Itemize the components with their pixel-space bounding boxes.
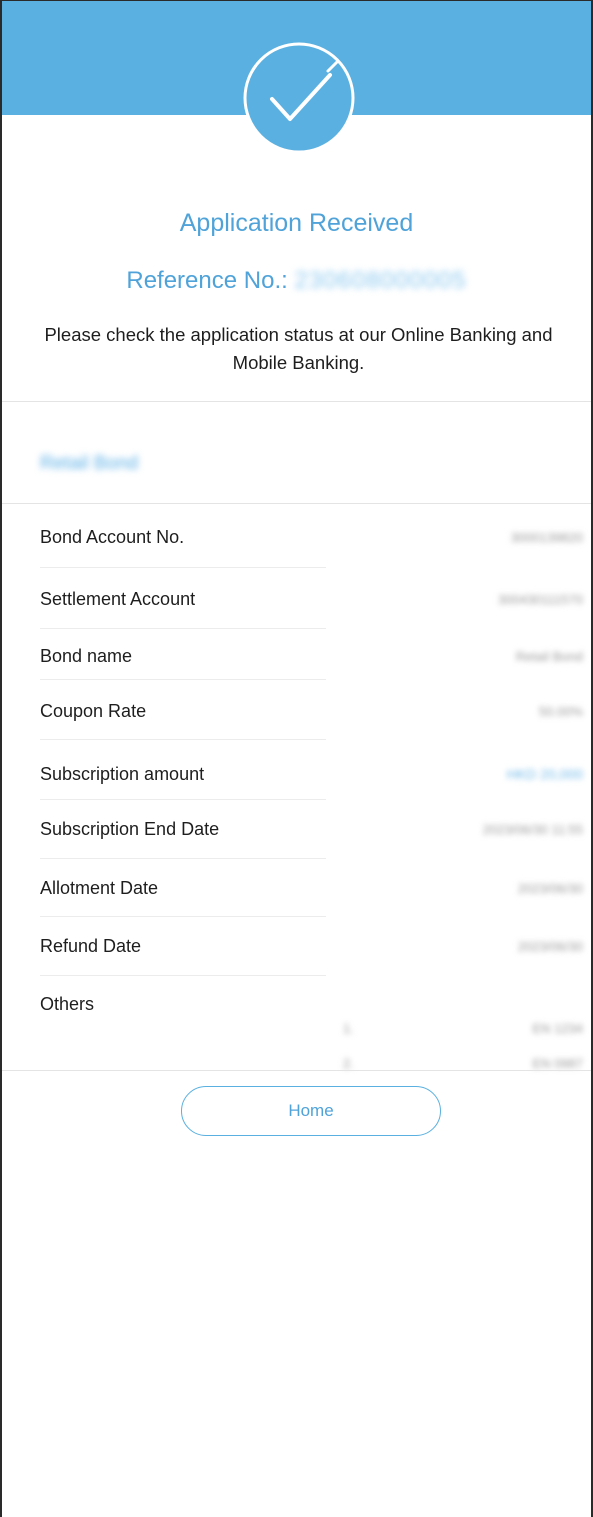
detail-label: Allotment Date: [40, 877, 159, 898]
detail-label: Settlement Account: [40, 588, 196, 609]
detail-row-subscription-end-date: Subscription End Date 2023/06/30 11:55: [40, 798, 583, 860]
detail-row-coupon-rate: Coupon Rate 50.00%: [40, 680, 583, 742]
detail-row-settlement-account: Settlement Account 300430111570: [40, 568, 583, 630]
others-value: EN 0987: [532, 1056, 583, 1071]
confirmation-screen: Application Received Reference No.: 2306…: [0, 0, 593, 1517]
status-note: Please check the application status at o…: [44, 324, 553, 373]
detail-value: Retail Bond: [515, 648, 583, 664]
detail-label: Bond name: [40, 645, 133, 666]
divider: [2, 503, 591, 504]
detail-row-bond-name: Bond name Retail Bond: [40, 625, 583, 687]
detail-value: 2023/06/30: [517, 938, 583, 954]
others-index: 1.: [343, 1021, 354, 1036]
others-list: 1. EN 1234 2. EN 0987: [343, 1021, 583, 1091]
status-title: Application Received: [179, 209, 414, 237]
home-button[interactable]: Home: [181, 1086, 441, 1136]
reference-number: 230608000005: [294, 267, 467, 294]
reference-label: Reference No.:: [126, 267, 288, 294]
detail-label: Coupon Rate: [40, 700, 147, 721]
divider: [2, 401, 591, 402]
others-item: 1. EN 1234: [343, 1021, 583, 1056]
detail-row-subscription-amount: Subscription amount HKD 20,000: [40, 743, 583, 805]
detail-label: Subscription amount: [40, 763, 205, 784]
detail-value: 3000139820: [510, 529, 583, 545]
detail-value: 50.00%: [538, 703, 583, 719]
reference-line: Reference No.: 230608000005: [2, 267, 591, 295]
detail-label: Subscription End Date: [40, 818, 220, 839]
checkmark-circle-icon: [243, 42, 355, 154]
detail-label: Others: [40, 993, 95, 1014]
detail-value: 2023/06/30: [517, 880, 583, 896]
detail-row-bond-account: Bond Account No. 3000139820: [40, 506, 583, 568]
detail-value: 300430111570: [498, 591, 583, 607]
divider: [2, 1070, 591, 1071]
detail-row-refund-date: Refund Date 2023/06/30: [40, 915, 583, 977]
detail-value: HKD 20,000: [506, 766, 583, 782]
others-value: EN 1234: [532, 1021, 583, 1036]
detail-label: Refund Date: [40, 935, 142, 956]
row-divider: [40, 739, 326, 740]
detail-value: 2023/06/30 11:55: [482, 821, 583, 837]
detail-row-allotment-date: Allotment Date 2023/06/30: [40, 857, 583, 919]
product-label: Retail Bond: [40, 453, 139, 474]
detail-label: Bond Account No.: [40, 526, 185, 547]
